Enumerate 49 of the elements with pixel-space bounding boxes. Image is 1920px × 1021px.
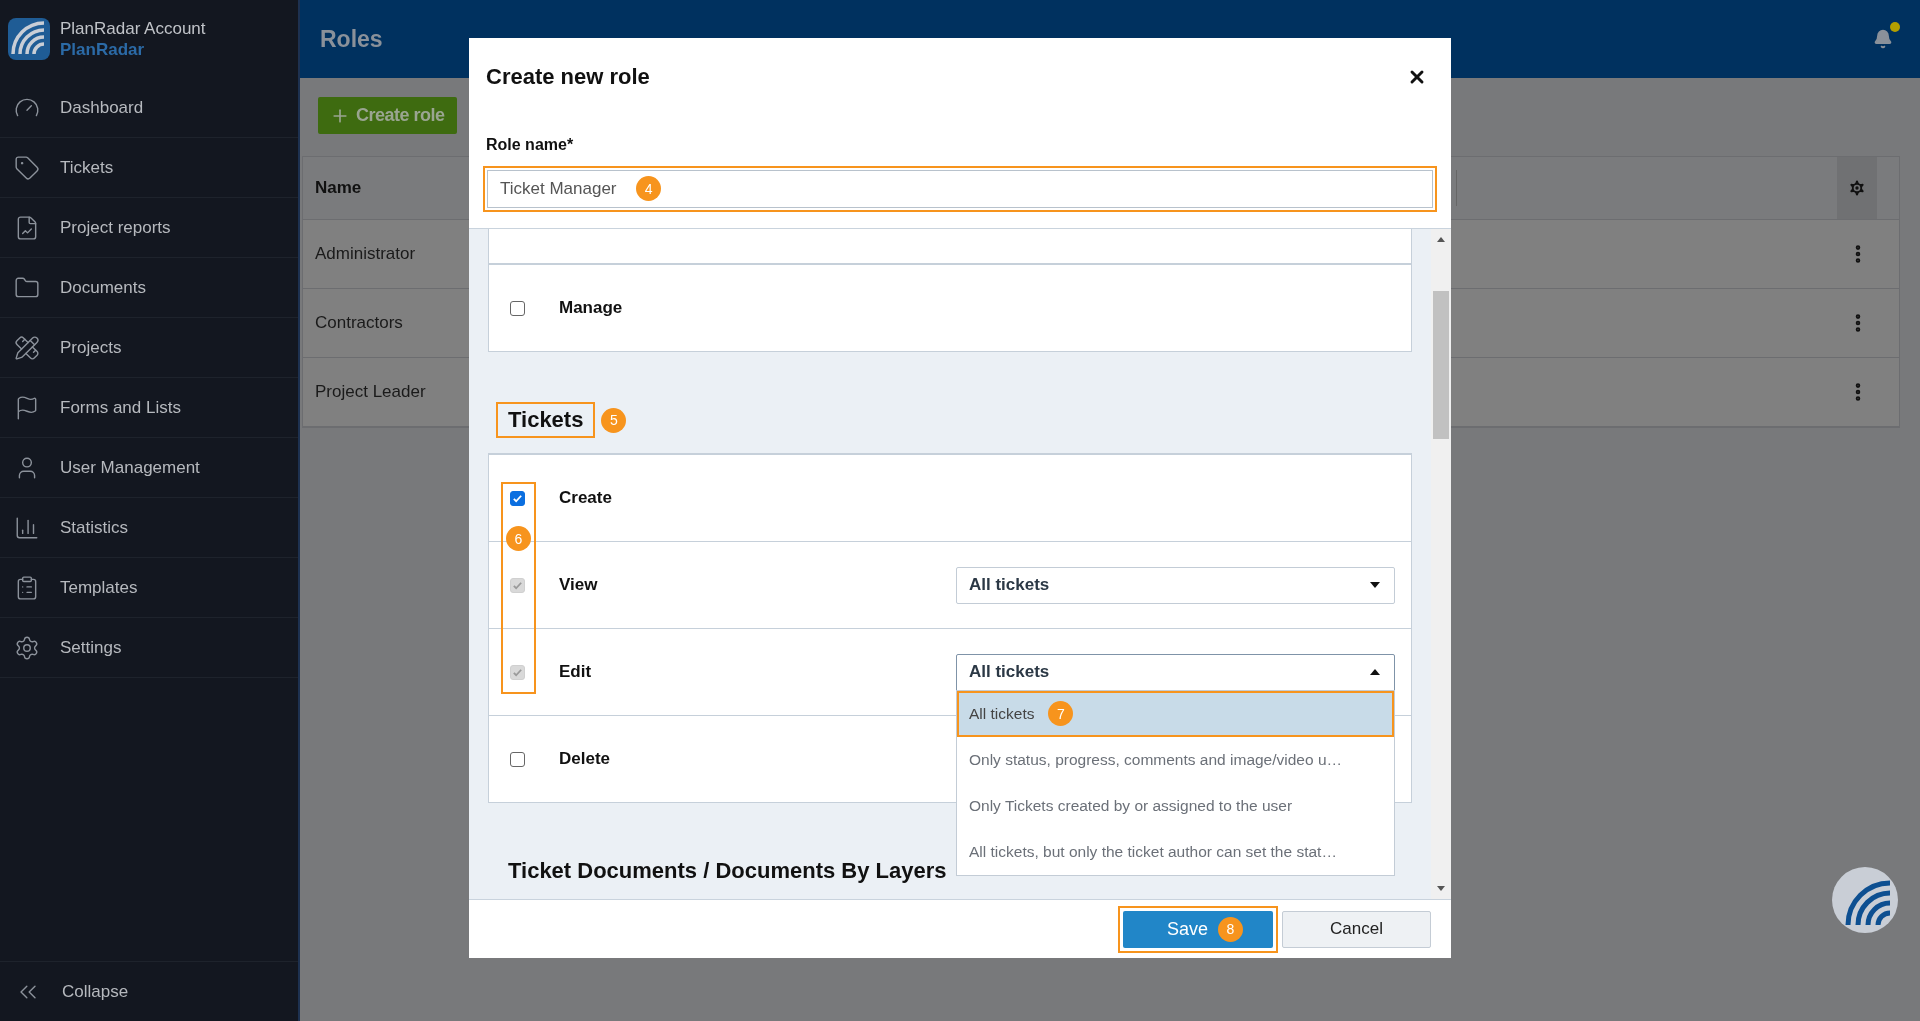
- page-title: Roles: [320, 25, 383, 53]
- permission-label: Manage: [559, 298, 623, 318]
- table-cell: Project Leader: [315, 382, 426, 402]
- step-badge: 8: [1218, 916, 1243, 942]
- checkbox[interactable]: [510, 751, 525, 767]
- bell-icon: [1873, 29, 1893, 49]
- save-button[interactable]: Save 8: [1123, 910, 1273, 948]
- caret-icon: [1370, 669, 1380, 675]
- field-label: Role name*: [486, 136, 575, 154]
- checkmark-icon: [512, 579, 523, 591]
- checkbox[interactable]: [510, 300, 525, 316]
- section-title: Tickets: [496, 402, 596, 438]
- settings-button[interactable]: [1837, 157, 1877, 219]
- nav-item[interactable]: Documents: [0, 258, 298, 318]
- settings-icon: [1847, 178, 1867, 198]
- permission-label: Create: [559, 488, 612, 508]
- logo-icon: [8, 18, 50, 60]
- nav-item[interactable]: Templates: [0, 558, 298, 618]
- nav-item[interactable]: Dashboard: [0, 78, 298, 138]
- nav-item[interactable]: Project reports: [0, 198, 298, 258]
- settings-icon: [14, 634, 40, 661]
- permission-label: Delete: [559, 749, 611, 769]
- permission-label: Edit: [559, 662, 592, 682]
- caret-icon: [1370, 582, 1380, 588]
- step-badge: 6: [506, 526, 531, 551]
- step-badge: 7: [1048, 701, 1074, 726]
- nav-item[interactable]: User Management: [0, 438, 298, 498]
- nav-item[interactable]: Settings: [0, 618, 298, 678]
- account-name: PlanRadar Account: [60, 17, 206, 39]
- checkmark-icon: [512, 666, 523, 678]
- nav-item[interactable]: Tickets: [0, 138, 298, 198]
- scrollbar[interactable]: [1431, 229, 1451, 899]
- table-cell: Administrator: [315, 244, 416, 264]
- checkbox[interactable]: [510, 490, 525, 506]
- brand-name: PlanRadar: [60, 39, 146, 61]
- nav-item[interactable]: Projects: [0, 318, 298, 378]
- nav-item[interactable]: Forms and Lists: [0, 378, 298, 438]
- section-title: Ticket Documents / Documents By Layers: [507, 857, 948, 885]
- table-cell: Contractors: [315, 313, 403, 333]
- permission-label: View: [559, 575, 598, 595]
- nav-item[interactable]: Statistics: [0, 498, 298, 558]
- step-badge: 5: [601, 407, 627, 433]
- ruler-pencil-icon: [14, 334, 40, 361]
- checkmark-icon: [512, 492, 523, 504]
- cancel-button[interactable]: Cancel: [1282, 910, 1431, 948]
- logo-icon[interactable]: [1832, 867, 1898, 933]
- collapse-button[interactable]: Collapse: [0, 961, 298, 1021]
- tag-icon: [14, 154, 40, 181]
- dialog-title: Create new role: [486, 64, 650, 90]
